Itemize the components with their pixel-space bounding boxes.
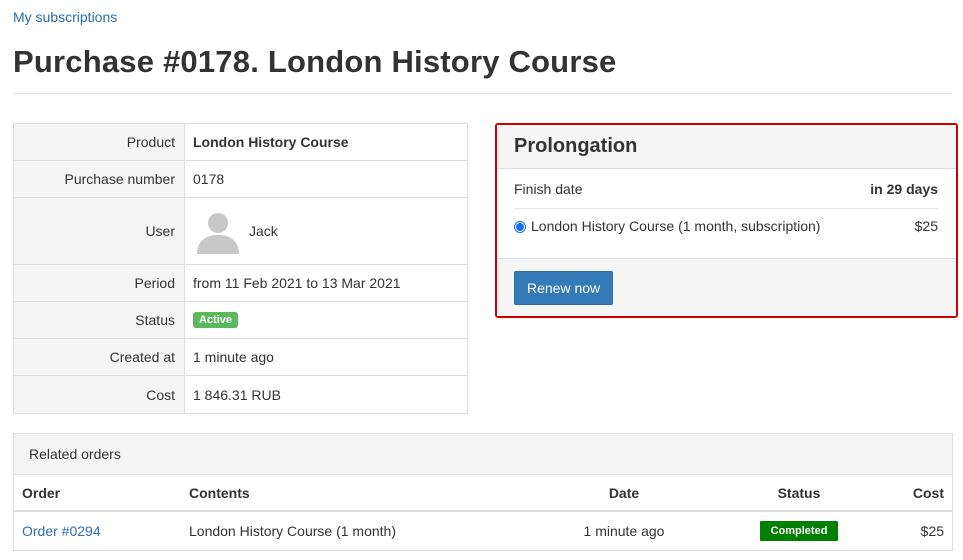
period-label: Period xyxy=(14,265,185,301)
finish-date-row: Finish date in 29 days xyxy=(514,169,938,209)
prolongation-option-price: $25 xyxy=(914,218,938,234)
purchase-number-value: 0178 xyxy=(193,171,225,187)
prolongation-panel: Prolongation Finish date in 29 days Lond… xyxy=(495,123,958,318)
created-value: 1 minute ago xyxy=(193,349,274,365)
details-row-purchase-number: Purchase number 0178 xyxy=(14,161,467,198)
order-link[interactable]: Order #0294 xyxy=(22,523,101,539)
details-row-user: User Jack xyxy=(14,198,467,265)
period-value: from 11 Feb 2021 to 13 Mar 2021 xyxy=(193,275,401,291)
avatar xyxy=(195,208,241,254)
column-header-contents: Contents xyxy=(189,484,250,501)
status-cell: Completed xyxy=(729,521,869,541)
orders-table-header: Order Contents Date Status Cost xyxy=(14,475,952,512)
cost-label: Cost xyxy=(14,376,185,413)
prolongation-option[interactable]: London History Course (1 month, subscrip… xyxy=(514,209,938,243)
cost-value: 1 846.31 RUB xyxy=(193,386,281,403)
title-divider xyxy=(13,93,952,94)
column-header-cost: Cost xyxy=(912,484,944,501)
details-row-created: Created at 1 minute ago xyxy=(14,339,467,376)
page-title: Purchase #0178. London History Course xyxy=(13,44,617,79)
user-label: User xyxy=(14,198,185,264)
cost-cell: $25 xyxy=(920,523,944,539)
finish-date-label: Finish date xyxy=(514,180,583,197)
related-orders-title: Related orders xyxy=(14,434,952,475)
order-status-badge: Completed xyxy=(759,521,839,541)
prolongation-footer: Renew now xyxy=(497,258,956,316)
prolongation-title: Prolongation xyxy=(497,125,956,169)
purchase-details-table: Product London History Course Purchase n… xyxy=(13,123,468,414)
column-header-order: Order xyxy=(22,484,61,501)
order-cell: Order #0294 xyxy=(14,523,189,539)
prolongation-option-radio[interactable] xyxy=(514,221,526,234)
renew-now-button[interactable]: Renew now xyxy=(514,270,614,305)
details-row-status: Status Active xyxy=(14,302,467,339)
prolongation-option-label: London History Course (1 month, subscrip… xyxy=(531,218,821,234)
status-label: Status xyxy=(14,302,185,338)
user-name: Jack xyxy=(249,223,278,239)
finish-date-value: in 29 days xyxy=(870,180,938,197)
product-value: London History Course xyxy=(193,134,349,150)
details-row-cost: Cost 1 846.31 RUB xyxy=(14,376,467,413)
breadcrumb-my-subscriptions[interactable]: My subscriptions xyxy=(13,9,117,25)
purchase-number-label: Purchase number xyxy=(14,161,185,197)
status-value: Active xyxy=(185,302,467,338)
column-header-status: Status xyxy=(777,484,821,501)
related-orders-panel: Related orders Order Contents Date Statu… xyxy=(13,433,953,551)
created-label: Created at xyxy=(14,339,185,375)
details-row-period: Period from 11 Feb 2021 to 13 Mar 2021 xyxy=(14,265,467,302)
prolongation-option-label-wrap[interactable]: London History Course (1 month, subscrip… xyxy=(514,218,820,234)
prolongation-body: Finish date in 29 days London History Co… xyxy=(497,169,956,243)
status-badge: Active xyxy=(193,312,239,328)
column-header-date: Date xyxy=(608,484,640,501)
details-row-product: Product London History Course xyxy=(14,124,467,161)
user-silhouette-icon xyxy=(197,213,239,254)
table-row: Order #0294 London History Course (1 mon… xyxy=(14,512,952,550)
product-label: Product xyxy=(14,124,185,160)
date-cell: 1 minute ago xyxy=(583,523,665,539)
user-value: Jack xyxy=(185,198,467,264)
contents-cell: London History Course (1 month) xyxy=(189,523,396,539)
